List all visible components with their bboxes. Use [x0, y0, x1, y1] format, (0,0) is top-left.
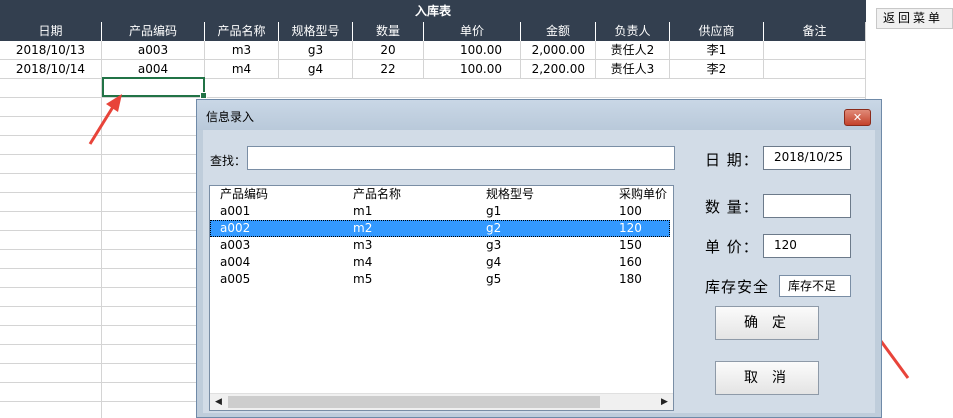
- cell-supplier[interactable]: 李1: [670, 41, 764, 60]
- dialog-title: 信息录入: [206, 110, 255, 124]
- list-cell: m4: [353, 255, 373, 269]
- scroll-left-icon[interactable]: ◀: [210, 394, 227, 410]
- cell-unit-price[interactable]: 100.00: [424, 60, 521, 79]
- list-cell: g5: [486, 272, 502, 286]
- col-header-unit-price[interactable]: 单价: [424, 22, 521, 41]
- list-col-header: 采购单价: [619, 187, 668, 201]
- horizontal-scrollbar[interactable]: ◀ ▶: [210, 393, 673, 410]
- close-icon[interactable]: ✕: [844, 109, 871, 126]
- cell-spec[interactable]: g3: [279, 41, 353, 60]
- info-entry-dialog: 信息录入 ✕ 查找： 产品编码 产品名称 规格型号 采购单价 a001 m1 g…: [196, 99, 882, 418]
- cell-product-code[interactable]: a003: [102, 41, 205, 60]
- return-menu-button[interactable]: 返回菜单: [876, 8, 953, 29]
- col-header-product-name[interactable]: 产品名称: [205, 22, 279, 41]
- col-header-supplier[interactable]: 供应商: [670, 22, 764, 41]
- header-row: 日期 产品编码 产品名称 规格型号 数量 单价 金额 负责人 供应商 备注: [0, 22, 866, 41]
- cell-amount[interactable]: 2,000.00: [521, 41, 596, 60]
- col-header-product-code[interactable]: 产品编码: [102, 22, 205, 41]
- list-cell: m1: [353, 204, 373, 218]
- active-cell-cursor[interactable]: [102, 77, 207, 99]
- list-cell: a002: [220, 221, 251, 235]
- cell-date[interactable]: 2018/10/13: [0, 41, 102, 60]
- confirm-button[interactable]: 确定: [715, 306, 819, 340]
- list-item-selected[interactable]: a002 m2 g2 120: [210, 220, 670, 237]
- cell-product-name[interactable]: m3: [205, 41, 279, 60]
- scroll-right-icon[interactable]: ▶: [656, 394, 673, 410]
- product-listbox[interactable]: 产品编码 产品名称 规格型号 采购单价 a001 m1 g1 100 a002 …: [209, 185, 674, 411]
- list-cell: 120: [619, 221, 642, 235]
- cell-owner[interactable]: 责任人2: [596, 41, 670, 60]
- date-label: 日 期：: [705, 151, 759, 169]
- cell-remarks[interactable]: [764, 60, 866, 79]
- cancel-button[interactable]: 取消: [715, 361, 819, 395]
- cell-spec[interactable]: g4: [279, 60, 353, 79]
- cell-supplier[interactable]: 李2: [670, 60, 764, 79]
- list-cell: a001: [220, 204, 251, 218]
- cell-quantity[interactable]: 20: [353, 41, 424, 60]
- list-cell: 180: [619, 272, 642, 286]
- stock-safety-label: 库存安全: [705, 278, 770, 296]
- col-header-owner[interactable]: 负责人: [596, 22, 670, 41]
- cell-amount[interactable]: 2,200.00: [521, 60, 596, 79]
- cell-unit-price[interactable]: 100.00: [424, 41, 521, 60]
- table-row: 2018/10/13 a003 m3 g3 20 100.00 2,000.00…: [0, 41, 866, 60]
- col-header-amount[interactable]: 金额: [521, 22, 596, 41]
- list-cell: g3: [486, 238, 502, 252]
- list-header: 产品编码 产品名称 规格型号 采购单价: [210, 186, 670, 203]
- list-cell: a005: [220, 272, 251, 286]
- list-col-header: 规格型号: [486, 187, 535, 201]
- list-cell: m5: [353, 272, 373, 286]
- list-cell: g1: [486, 204, 502, 218]
- dialog-body: 查找： 产品编码 产品名称 规格型号 采购单价 a001 m1 g1 100 a…: [203, 130, 875, 413]
- list-cell: 100: [619, 204, 642, 218]
- list-col-header: 产品编码: [220, 187, 269, 201]
- quantity-field[interactable]: [763, 194, 851, 218]
- col-header-date[interactable]: 日期: [0, 22, 102, 41]
- search-label: 查找：: [210, 154, 247, 168]
- cell-owner[interactable]: 责任人3: [596, 60, 670, 79]
- list-cell: 150: [619, 238, 642, 252]
- search-input[interactable]: [247, 146, 675, 170]
- unit-price-field[interactable]: 120: [763, 234, 851, 258]
- cell-product-name[interactable]: m4: [205, 60, 279, 79]
- list-cell: a003: [220, 238, 251, 252]
- list-cell: m2: [353, 221, 373, 235]
- list-cell: a004: [220, 255, 251, 269]
- date-field[interactable]: 2018/10/25: [763, 146, 851, 170]
- col-header-spec[interactable]: 规格型号: [279, 22, 353, 41]
- cell-date[interactable]: 2018/10/14: [0, 60, 102, 79]
- col-header-remarks[interactable]: 备注: [764, 22, 866, 41]
- list-col-header: 产品名称: [353, 187, 402, 201]
- list-item[interactable]: a003 m3 g3 150: [210, 237, 670, 254]
- stock-status-field: 库存不足: [779, 275, 851, 297]
- list-cell: m3: [353, 238, 373, 252]
- scrollbar-thumb[interactable]: [228, 396, 600, 408]
- list-item[interactable]: a001 m1 g1 100: [210, 203, 670, 220]
- list-item[interactable]: a005 m5 g5 180: [210, 271, 670, 288]
- list-cell: g4: [486, 255, 502, 269]
- list-cell: g2: [486, 221, 502, 235]
- cell-remarks[interactable]: [764, 41, 866, 60]
- cell-quantity[interactable]: 22: [353, 60, 424, 79]
- list-cell: 160: [619, 255, 642, 269]
- unit-price-label: 单 价：: [705, 238, 759, 256]
- grid-line: [101, 79, 102, 418]
- list-item[interactable]: a004 m4 g4 160: [210, 254, 670, 271]
- dialog-titlebar[interactable]: 信息录入 ✕: [197, 100, 881, 130]
- col-header-quantity[interactable]: 数量: [353, 22, 424, 41]
- sheet-title: 入库表: [0, 0, 866, 22]
- quantity-label: 数 量：: [705, 198, 759, 216]
